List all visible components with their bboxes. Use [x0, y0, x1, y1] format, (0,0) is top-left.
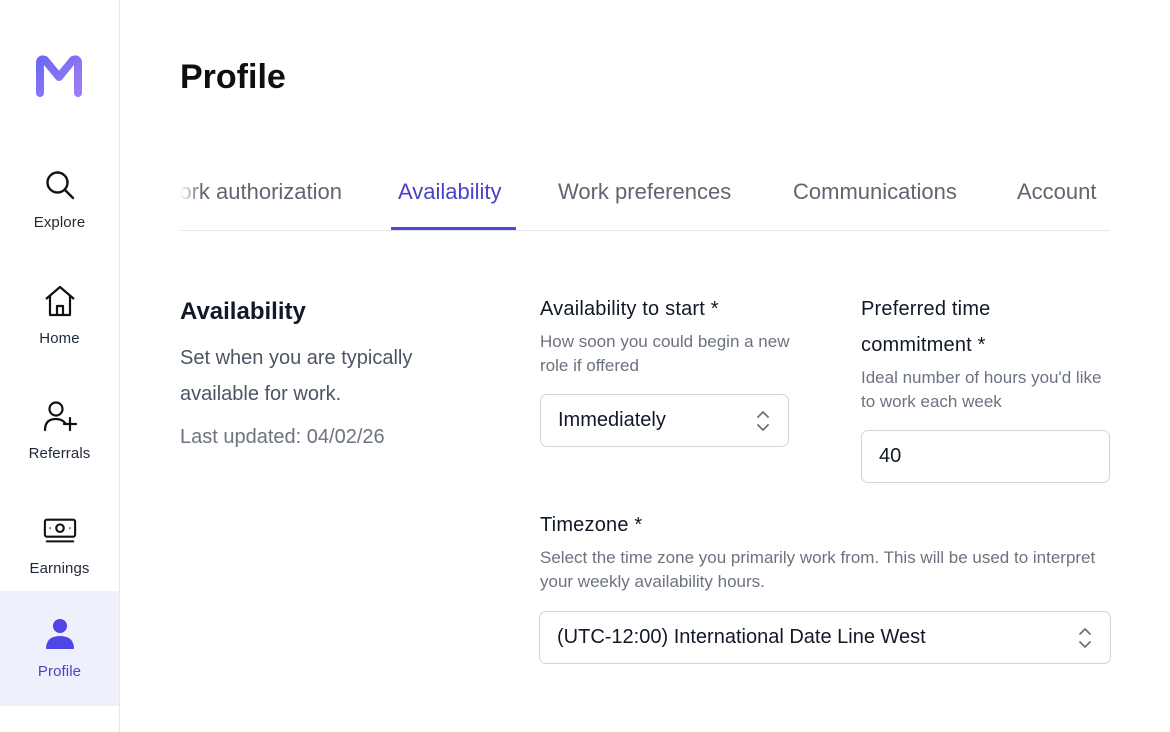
sidebar-item-profile[interactable]: Profile — [0, 591, 119, 706]
timezone-label: Timezone * — [540, 514, 643, 536]
chevron-up-down-icon — [1079, 627, 1091, 648]
sidebar-item-label: Earnings — [29, 560, 90, 577]
section-title: Availability — [180, 298, 306, 325]
sidebar: Explore Home Referrals Earnings Profile — [0, 0, 120, 732]
tab-account[interactable]: Account — [1017, 179, 1097, 205]
timezone-help: Select the time zone you primarily work … — [540, 548, 1096, 591]
profile-tabs: Work authorization Availability Work pre… — [180, 165, 1110, 231]
time-commitment-input[interactable] — [879, 445, 1109, 468]
sidebar-item-home[interactable]: Home — [0, 258, 119, 373]
tab-work-authorization[interactable]: Work authorization — [180, 179, 342, 205]
chevron-up-down-icon — [757, 410, 769, 431]
time-commitment-help: Ideal number of hours you'd like to work… — [861, 368, 1102, 411]
availability-start-label: Availability to start * — [540, 298, 719, 320]
user-icon — [43, 617, 77, 651]
sidebar-item-label: Home — [39, 330, 80, 347]
sidebar-item-label: Explore — [33, 214, 86, 231]
sidebar-item-label: Referrals — [28, 445, 91, 462]
sidebar-item-label: Profile — [37, 663, 82, 680]
availability-start-select[interactable]: Immediately — [540, 394, 789, 447]
tab-communications[interactable]: Communications — [793, 179, 957, 205]
tab-work-preferences[interactable]: Work preferences — [558, 179, 731, 205]
home-icon — [43, 284, 77, 318]
last-updated: Last updated: 04/02/26 — [180, 426, 385, 448]
sidebar-item-explore[interactable]: Explore — [0, 142, 119, 257]
tab-availability[interactable]: Availability — [398, 179, 502, 205]
time-commitment-field[interactable] — [861, 430, 1110, 483]
timezone-value: (UTC-12:00) International Date Line West — [557, 626, 926, 648]
user-plus-icon — [43, 399, 77, 433]
tabs-scroll-fade — [180, 165, 202, 225]
search-icon — [43, 168, 77, 202]
page-title: Profile — [180, 58, 286, 96]
active-tab-indicator — [391, 227, 516, 230]
sidebar-item-earnings[interactable]: Earnings — [0, 488, 119, 603]
availability-start-value: Immediately — [558, 409, 666, 431]
timezone-select[interactable]: (UTC-12:00) International Date Line West — [539, 611, 1111, 664]
section-description: Set when you are typically available for… — [180, 347, 413, 405]
availability-start-help: How soon you could begin a new role if o… — [540, 332, 790, 375]
app-root: Explore Home Referrals Earnings Profile … — [0, 0, 1170, 732]
sidebar-item-referrals[interactable]: Referrals — [0, 373, 119, 488]
time-commitment-label: Preferred time commitment * — [861, 298, 991, 356]
cash-icon — [43, 514, 77, 548]
app-logo[interactable] — [36, 55, 82, 97]
logo-icon — [36, 55, 82, 97]
